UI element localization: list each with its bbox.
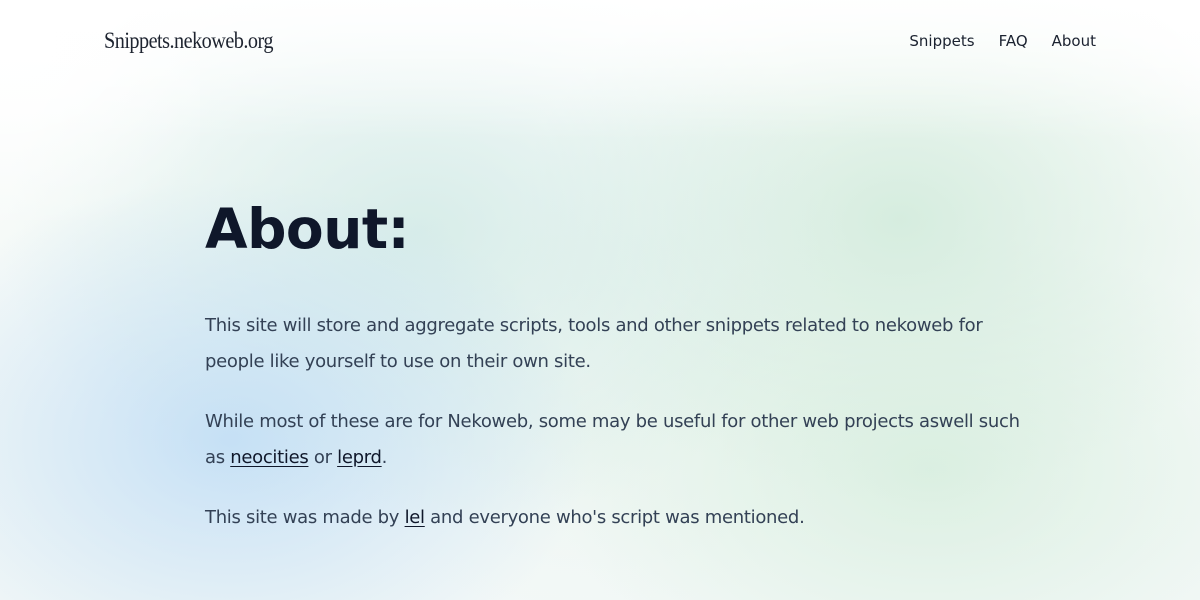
main-content: About: This site will store and aggregat…	[205, 190, 1025, 560]
projects-paragraph: While most of these are for Nekoweb, som…	[205, 404, 1025, 476]
nav-item-faq[interactable]: FAQ	[999, 32, 1028, 50]
leprd-link[interactable]: leprd	[337, 447, 382, 468]
credits-paragraph-text-end: and everyone who's script was mentioned.	[424, 507, 805, 528]
nav-item-snippets[interactable]: Snippets	[909, 32, 974, 50]
site-logo-link[interactable]: Snippets.nekoweb.org	[104, 28, 274, 54]
credits-paragraph: This site was made by lel and everyone w…	[205, 500, 1025, 536]
main-nav: Snippets FAQ About	[909, 32, 1096, 50]
neocities-link[interactable]: neocities	[230, 447, 309, 468]
intro-paragraph: This site will store and aggregate scrip…	[205, 315, 983, 372]
author-link[interactable]: lel	[405, 507, 425, 528]
projects-paragraph-text-middle: or	[308, 447, 338, 468]
page-title: About:	[205, 197, 410, 261]
nav-item-about[interactable]: About	[1052, 32, 1096, 50]
projects-paragraph-text-end: .	[381, 447, 388, 468]
site-header: Snippets.nekoweb.org Snippets FAQ About	[104, 24, 1096, 58]
credits-paragraph-text-start: This site was made by	[205, 507, 405, 528]
